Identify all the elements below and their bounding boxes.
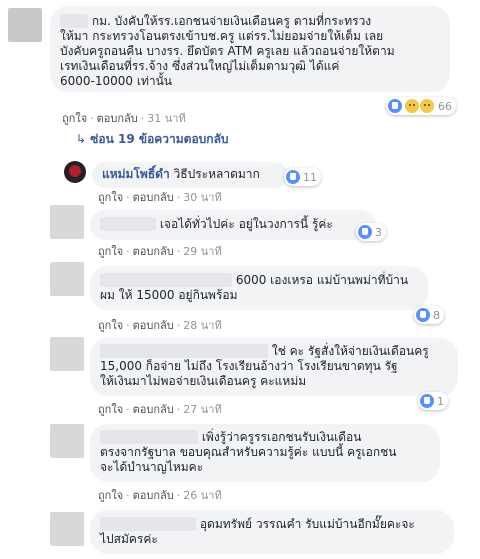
like-reaction-icon (420, 394, 434, 408)
reaction-count: 66 (438, 99, 452, 113)
avatar[interactable] (8, 8, 42, 42)
reaction-summary[interactable]: 3 (356, 223, 386, 241)
redacted-name (60, 14, 88, 28)
comment-text: ให้มา กระทรวงโอนตรงเข้าบช.ครู แต่รร.ไม่ย… (60, 29, 384, 43)
reaction-count: 3 (375, 225, 382, 239)
reply-bubble: อุดมทรัพย์ วรรณคำ รับแม่บ้านอีกมั๊ยคะจะ … (90, 510, 454, 554)
timestamp[interactable]: 28 นาที (183, 319, 221, 332)
like-reaction-icon (416, 308, 430, 322)
comment-text: 6000-10000 เท่านั้น (60, 74, 173, 88)
reply-link[interactable]: ตอบกลับ (133, 403, 174, 416)
timestamp[interactable]: 31 นาที (147, 112, 185, 125)
like-link[interactable]: ถูกใจ (98, 403, 123, 416)
reply-text: 15,000 ก็อจ่าย ไม่ถึง โรงเรียนอ้างว่า โร… (100, 359, 398, 373)
reply-text: ตรงจากรัฐบาล ขอบคุณสำหรับความรู้ค่ะ แบบน… (100, 445, 397, 459)
comment-text: บังคับครูถอนคืน บางรร. ยึดบัตร ATM ครูเล… (60, 44, 395, 58)
like-link[interactable]: ถูกใจ (98, 191, 123, 204)
comment-actions: ถูกใจ · ตอบกลับ · 31 นาที (62, 112, 186, 125)
reply-actions: ถูกใจ · ตอบกลับ · 28 นาที (98, 319, 222, 332)
reply-actions: ถูกใจ · ตอบกลับ · 26 นาที (98, 489, 222, 502)
like-reaction-icon (286, 170, 300, 184)
wow-reaction-icon (420, 99, 434, 113)
reply-bubble: เจอได้ทั่วไปค่ะ อยู่ในวงการนี้ รู้ค่ะ (90, 210, 376, 240)
avatar[interactable] (50, 337, 84, 371)
reply-arrow-icon: ↳ (76, 132, 87, 146)
reaction-summary[interactable]: 1 (418, 392, 448, 410)
reply-text: เพิ่งรู้ว่าครูรรเอกชนรับเงินเดือน (201, 430, 362, 444)
like-link[interactable]: ถูกใจ (62, 112, 87, 125)
avatar[interactable] (50, 512, 84, 546)
hide-replies-label: ซ่อน 19 ข้อความตอบกลับ (90, 132, 229, 146)
reply-text: ให้เงินมาไม่พอจ่ายเงินเดือนครู คะแหม่ม (100, 374, 307, 388)
reply-actions: ถูกใจ · ตอบกลับ · 29 นาที (98, 245, 222, 258)
reply-actions: ถูกใจ · ตอบกลับ · 27 นาที (98, 403, 222, 416)
reply-link[interactable]: ตอบกลับ (133, 191, 174, 204)
reply-link[interactable]: ตอบกลับ (133, 319, 174, 332)
hide-replies-link[interactable]: ↳ ซ่อน 19 ข้อความตอบกลับ (76, 130, 229, 149)
comment-text: เรทเงินเดือนที่รร.จ้าง ซึ่งส่วนใหญ่ไม่เต… (60, 59, 340, 73)
timestamp[interactable]: 27 นาที (183, 403, 221, 416)
reaction-summary[interactable]: 8 (414, 306, 444, 324)
timestamp[interactable]: 29 นาที (183, 245, 221, 258)
like-reaction-icon (388, 99, 402, 113)
reply-actions: ถูกใจ · ตอบกลับ · 30 นาที (98, 191, 222, 204)
laugh-reaction-icon (405, 99, 419, 113)
like-reaction-icon (358, 225, 372, 239)
reaction-count: 8 (433, 308, 440, 322)
reply-text: ใช่ คะ รัฐสั่งให้จ่ายเงินเดือนครู (271, 344, 429, 358)
reply-text: อุดมทรัพย์ วรรณคำ รับแม่บ้านอีกมั๊ยคะจะ (199, 517, 415, 531)
redacted-name (100, 430, 198, 444)
avatar[interactable] (64, 161, 86, 183)
avatar[interactable] (50, 205, 84, 239)
reply-bubble: แหม่มโพธิ์ดำ วิธีประหลาดมาก (92, 162, 288, 188)
like-link[interactable]: ถูกใจ (98, 489, 123, 502)
like-link[interactable]: ถูกใจ (98, 319, 123, 332)
reply-bubble: เพิ่งรู้ว่าครูรรเอกชนรับเงินเดือน ตรงจาก… (90, 424, 440, 482)
redacted-name (100, 344, 268, 358)
comment-bubble: กม. บังคับให้รร.เอกชนจ่ายเงินเดือนครู ตา… (50, 6, 450, 92)
redacted-name (100, 517, 196, 531)
avatar[interactable] (50, 424, 84, 458)
timestamp[interactable]: 26 นาที (183, 489, 221, 502)
like-link[interactable]: ถูกใจ (98, 245, 123, 258)
reply-link[interactable]: ตอบกลับ (97, 112, 138, 125)
reply-text: ผม ให้ 15000 อยู่กินพร้อม (100, 288, 238, 302)
reply-link[interactable]: ตอบกลับ (133, 245, 174, 258)
reply-text: ไปสมัครค่ะ (100, 532, 158, 546)
reply-text: 6000 เองเหรอ แม่บ้านพม่าที่บ้าน (235, 273, 409, 287)
reaction-summary[interactable]: 66 (386, 97, 456, 115)
commenter-name[interactable]: แหม่มโพธิ์ดำ (102, 167, 170, 181)
reply-text: เจอได้ทั่วไปค่ะ อยู่ในวงการนี้ รู้ค่ะ (159, 217, 333, 231)
redacted-name (100, 273, 232, 287)
reply-bubble: 6000 เองเหรอ แม่บ้านพม่าที่บ้าน ผม ให้ 1… (90, 266, 428, 310)
redacted-name (100, 217, 156, 231)
reply-bubble: ใช่ คะ รัฐสั่งให้จ่ายเงินเดือนครู 15,000… (90, 338, 458, 396)
reply-text: วิธีประหลาดมาก (173, 167, 260, 181)
reaction-count: 1 (437, 394, 444, 408)
reply-text: จะได้บำนาญไหมคะ (100, 460, 204, 474)
reaction-summary[interactable]: 11 (284, 168, 321, 186)
timestamp[interactable]: 30 นาที (183, 191, 221, 204)
comment-text: กม. บังคับให้รร.เอกชนจ่ายเงินเดือนครู ตา… (91, 14, 372, 28)
reaction-count: 11 (303, 170, 317, 184)
avatar[interactable] (50, 262, 84, 296)
reply-link[interactable]: ตอบกลับ (133, 489, 174, 502)
avatar-icon (69, 165, 81, 177)
